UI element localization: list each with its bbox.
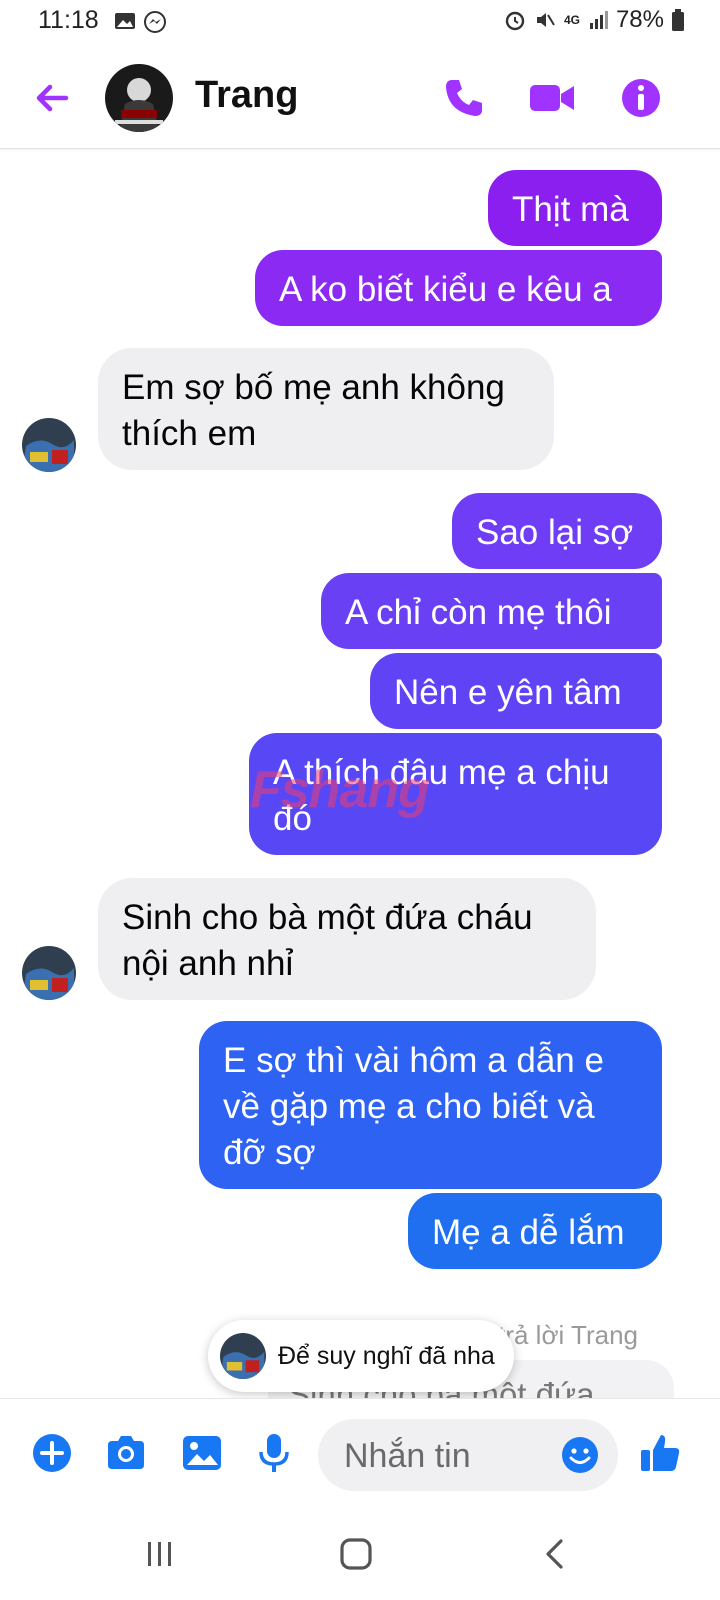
- system-nav-bar: [0, 1504, 720, 1600]
- gallery-icon[interactable]: [180, 1431, 224, 1475]
- back-nav-icon[interactable]: [536, 1534, 576, 1574]
- microphone-icon[interactable]: [252, 1431, 296, 1475]
- home-icon[interactable]: [336, 1534, 376, 1574]
- message-composer: [0, 1398, 720, 1505]
- status-bar: 11:18 4G 78%: [0, 0, 720, 44]
- toast-text: Để suy nghĩ đã nha: [278, 1342, 495, 1370]
- message-input-wrapper: [318, 1419, 618, 1491]
- battery-icon: [672, 9, 684, 31]
- back-arrow-icon[interactable]: [30, 76, 74, 120]
- signal-icon: [589, 11, 608, 29]
- message-bubble-out[interactable]: Thịt mà: [488, 170, 662, 246]
- message-bubble-out[interactable]: A chỉ còn mẹ thôi: [321, 573, 662, 649]
- message-bubble-out[interactable]: Mẹ a dễ lắm: [408, 1193, 662, 1269]
- contact-avatar[interactable]: [105, 64, 173, 132]
- thumbs-up-icon[interactable]: [638, 1431, 682, 1475]
- new-message-toast[interactable]: Để suy nghĩ đã nha: [208, 1320, 514, 1392]
- message-bubble-in[interactable]: Sinh cho bà một đứa cháu nội anh nhỉ: [98, 878, 596, 1000]
- status-right-group: 4G 78%: [504, 6, 684, 34]
- message-bubble-out[interactable]: A ko biết kiểu e kêu a: [255, 250, 662, 326]
- emoji-icon[interactable]: [560, 1435, 600, 1475]
- recent-apps-icon[interactable]: [140, 1534, 180, 1574]
- gallery-notification-icon: [114, 10, 136, 37]
- sender-avatar[interactable]: [22, 418, 76, 472]
- info-icon[interactable]: [617, 74, 665, 122]
- messenger-notification-icon: [143, 10, 167, 39]
- sender-avatar[interactable]: [22, 946, 76, 1000]
- toast-avatar: [220, 1333, 266, 1379]
- message-input[interactable]: [342, 1429, 556, 1483]
- battery-percent: 78%: [615, 6, 664, 33]
- watermark-logo: Fshang: [250, 761, 430, 819]
- reply-label: trả lời Trang: [498, 1320, 638, 1350]
- message-bubble-out[interactable]: Sao lại sợ: [452, 493, 662, 569]
- phone-call-icon[interactable]: [440, 74, 488, 122]
- conversation-header: Trang: [0, 48, 720, 149]
- network-type: 4G: [563, 13, 580, 27]
- camera-icon[interactable]: [104, 1431, 148, 1475]
- message-bubble-out[interactable]: E sợ thì vài hôm a dẫn e về gặp mẹ a cho…: [199, 1021, 662, 1189]
- plus-icon[interactable]: [30, 1431, 74, 1475]
- contact-name[interactable]: Trang: [195, 74, 298, 117]
- video-call-icon[interactable]: [527, 74, 575, 122]
- message-bubble-in[interactable]: Em sợ bố mẹ anh không thích em: [98, 348, 554, 470]
- message-bubble-out[interactable]: Nên e yên tâm: [370, 653, 662, 729]
- status-time: 11:18: [38, 6, 99, 34]
- alarm-icon: [505, 11, 525, 31]
- mute-icon: [536, 13, 555, 27]
